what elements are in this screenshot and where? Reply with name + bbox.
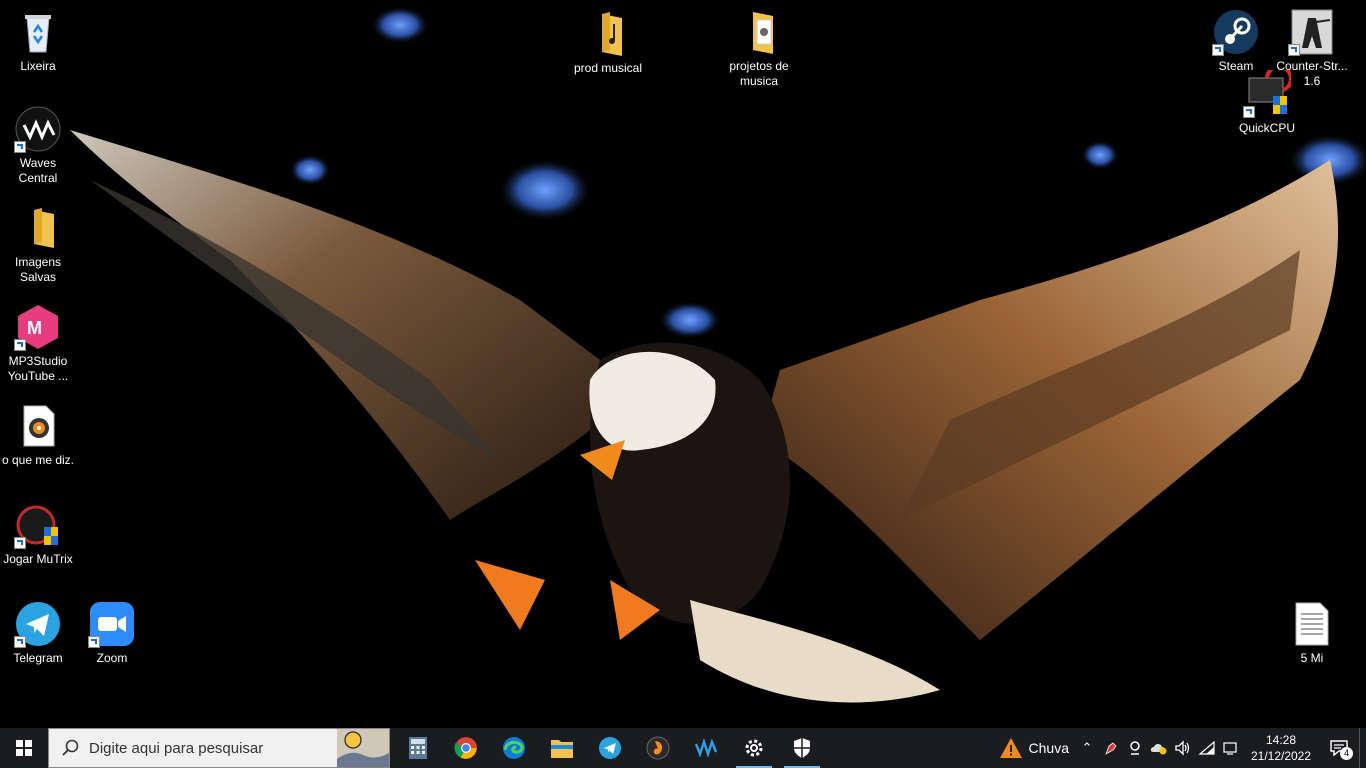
icon-label: Lixeira: [20, 59, 56, 73]
counter-strike-logo-icon: [1288, 8, 1336, 56]
taskbar: Digite aqui para pesquisar Chuva ⌃ 14:28…: [0, 728, 1366, 768]
search-box[interactable]: Digite aqui para pesquisar: [48, 728, 390, 768]
telegram-logo-icon: [14, 600, 62, 648]
icon-label: projetos de musica: [729, 59, 789, 88]
volume-button[interactable]: [1171, 728, 1195, 768]
music-folder-icon: [584, 10, 632, 58]
folder-imagens-salvas[interactable]: Imagens Salvas: [0, 204, 76, 285]
shortcut-arrow-icon: [14, 537, 26, 549]
icon-label: Imagens Salvas: [14, 255, 62, 284]
shortcut-arrow-icon: [1212, 44, 1224, 56]
windows-logo-icon: [16, 740, 32, 756]
taskbar-edge[interactable]: [490, 728, 538, 768]
show-hidden-icons-button[interactable]: ⌃: [1075, 728, 1099, 768]
waves-logo-icon: [14, 105, 62, 153]
folder-projetos-de-musica[interactable]: projetos de musica: [721, 8, 797, 89]
steam-icon[interactable]: Steam: [1198, 8, 1274, 74]
pen-icon: [1105, 742, 1117, 755]
tray-app-2[interactable]: [1123, 728, 1147, 768]
fl-studio-icon: [646, 736, 670, 760]
tray-app-1[interactable]: [1099, 728, 1123, 768]
onedrive-warning-icon: [1150, 744, 1167, 755]
documents-folder-icon: [735, 8, 783, 56]
input-language-button[interactable]: [1219, 728, 1243, 768]
clock[interactable]: 14:28 21/12/2022: [1243, 732, 1319, 764]
search-icon: [62, 739, 79, 756]
folder-prod-musical[interactable]: prod musical: [570, 10, 646, 76]
taskbar-calculator[interactable]: [394, 728, 442, 768]
folder-icon: [14, 204, 62, 252]
gear-icon: [745, 739, 763, 757]
shortcut-arrow-icon: [1243, 106, 1255, 118]
icon-label: Zoom: [96, 651, 128, 665]
mp3studio-icon[interactable]: M MP3Studio YouTube ...: [0, 303, 76, 384]
show-desktop-button[interactable]: [1359, 728, 1366, 768]
icon-label: Telegram: [13, 651, 63, 665]
taskbar-waves[interactable]: [682, 728, 730, 768]
taskbar-settings[interactable]: [730, 728, 778, 768]
music-file-icon: [14, 402, 62, 450]
search-placeholder: Digite aqui para pesquisar: [89, 739, 264, 757]
chrome-icon: [454, 737, 477, 759]
weather-warning-icon: [999, 738, 1022, 758]
mutrix-logo-icon: [14, 501, 62, 549]
icon-label: Waves Central: [18, 156, 58, 185]
zoom-logo-icon: [88, 600, 136, 648]
clock-time: 14:28: [1265, 733, 1297, 747]
icon-label: 5 Mi: [1300, 651, 1324, 665]
taskbar-file-explorer[interactable]: [538, 728, 586, 768]
zoom-icon[interactable]: Zoom: [74, 600, 150, 666]
weather-label: Chuva: [1028, 740, 1069, 756]
search-highlight-icon: [337, 729, 389, 767]
icon-label: MP3Studio YouTube ...: [7, 354, 69, 383]
text-file-icon: [1288, 600, 1336, 648]
icon-label: Jogar MuTrix: [3, 552, 73, 566]
shortcut-arrow-icon: [14, 339, 26, 351]
quickcpu-icon[interactable]: QuickCPU: [1229, 64, 1305, 136]
telegram-icon[interactable]: Telegram: [0, 600, 76, 666]
text-file-5mi[interactable]: 5 Mi: [1274, 600, 1350, 666]
taskbar-security[interactable]: [778, 728, 826, 768]
svg-text:M: M: [27, 318, 42, 338]
recycle-bin-icon[interactable]: Lixeira: [0, 8, 76, 74]
network-button[interactable]: [1195, 728, 1219, 768]
wifi-icon: [1198, 740, 1215, 755]
waves-central-icon[interactable]: Waves Central: [0, 105, 76, 186]
icon-label: QuickCPU: [1238, 121, 1295, 135]
taskbar-fl-studio[interactable]: [634, 728, 682, 768]
telegram-icon: [599, 737, 621, 759]
chevron-up-icon: ⌃: [1081, 740, 1093, 755]
icon-label: o que me diz.: [1, 453, 75, 467]
calculator-icon: [409, 737, 427, 759]
mp3studio-logo-icon: M: [14, 303, 62, 351]
start-button[interactable]: [0, 728, 48, 768]
taskbar-telegram[interactable]: [586, 728, 634, 768]
speaker-icon: [1175, 740, 1190, 756]
shortcut-arrow-icon: [1288, 44, 1300, 56]
shortcut-arrow-icon: [88, 636, 100, 648]
weather-widget[interactable]: Chuva: [993, 728, 1075, 768]
icon-label: prod musical: [573, 61, 643, 75]
file-explorer-icon: [551, 740, 573, 758]
audio-file-icon[interactable]: o que me diz.: [0, 402, 76, 468]
eagle-wallpaper: [70, 7, 1366, 703]
clock-date: 21/12/2022: [1250, 749, 1312, 763]
shortcut-arrow-icon: [14, 141, 26, 153]
edge-icon: [503, 737, 525, 759]
steam-logo-icon: [1212, 8, 1260, 56]
notification-badge: 4: [1340, 747, 1353, 760]
shield-icon: [794, 738, 810, 758]
action-center-button[interactable]: 4: [1319, 728, 1359, 768]
tray-app-3[interactable]: [1147, 728, 1171, 768]
language-icon: [1223, 742, 1237, 755]
recycle-bin-image: [14, 8, 62, 56]
quickcpu-logo-icon: [1243, 64, 1293, 118]
desktop[interactable]: Lixeira Waves Central Imagens Salvas M M…: [0, 0, 1366, 728]
jogar-mutrix-icon[interactable]: Jogar MuTrix: [0, 501, 76, 567]
webcam-icon: [1130, 741, 1140, 755]
taskbar-chrome[interactable]: [442, 728, 490, 768]
waves-icon: [694, 738, 718, 758]
shortcut-arrow-icon: [14, 636, 26, 648]
